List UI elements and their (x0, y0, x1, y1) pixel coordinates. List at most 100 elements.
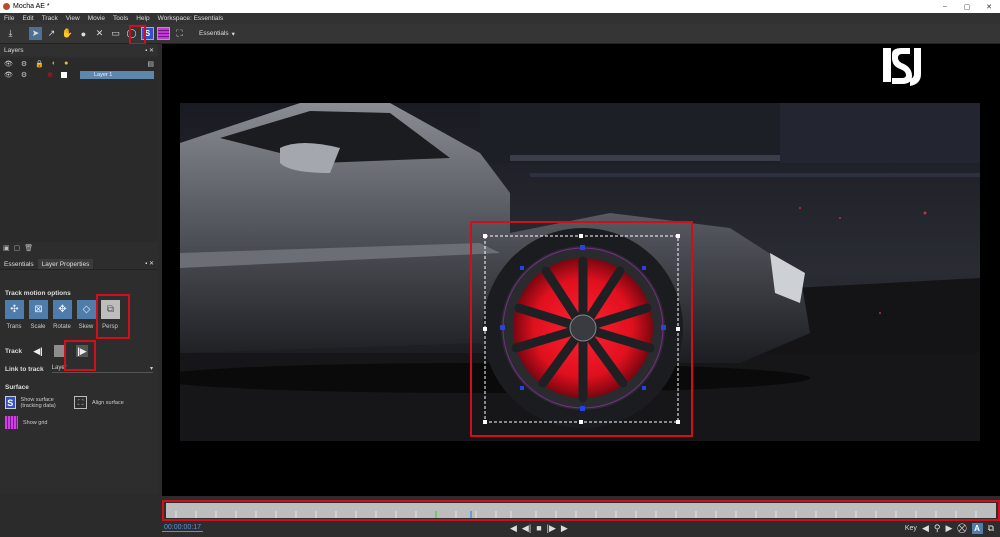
scale-button[interactable]: ⊠ (29, 300, 48, 319)
layers-footer: ▣ ▢ 🗑 (0, 242, 158, 254)
rect-spline-icon[interactable]: ▭ (109, 27, 122, 40)
x-spline-icon[interactable]: ✕ (93, 27, 106, 40)
trash-icon[interactable]: 🗑 (24, 244, 33, 252)
key-options-icon[interactable]: ⧉ (988, 523, 994, 534)
layers-panel-header: Layers ▪ ✕ (0, 44, 158, 56)
delete-key-icon[interactable]: ⛒ (957, 523, 966, 534)
show-grid-option[interactable]: Show grid (5, 416, 47, 429)
circle-spline-icon[interactable]: ◯ (125, 27, 138, 40)
property-tabs: Essentials Layer Properties ▪ ✕ (0, 259, 158, 270)
chevron-down-icon: ▾ (231, 30, 235, 38)
hand-icon[interactable]: ✋ (61, 27, 74, 40)
show-surface-label: Show surface (tracking data) (20, 396, 56, 409)
track-backward-icon[interactable]: ◀| (32, 345, 44, 357)
add-key-icon[interactable]: ⚲ (934, 523, 941, 534)
menu-file[interactable]: File (4, 15, 14, 22)
layers-panel-title: Layers (4, 46, 24, 54)
trans-button[interactable]: ✣ (5, 300, 24, 319)
duplicate-layer-icon[interactable]: ▢ (14, 244, 21, 252)
menu-track[interactable]: Track (42, 15, 58, 22)
new-folder-icon[interactable]: ▣ (3, 244, 10, 252)
workspace-label: Workspace: Essentials (157, 15, 224, 22)
layer-color-swatch[interactable] (61, 71, 68, 78)
show-surface-icon: S (5, 396, 16, 409)
menu-help[interactable]: Help (136, 15, 149, 22)
zoom-icon[interactable]: ● (77, 27, 90, 40)
window-title: Mocha AE * (13, 3, 50, 10)
minimize-button[interactable]: – (934, 3, 956, 11)
next-frame-icon[interactable]: ▶ (561, 523, 568, 534)
video-frame[interactable] (180, 103, 980, 441)
layers-list: 👁 ⚙ 🔒 ◐ ● ▤ 👁 ⚙ ⊕ Layer 1 (0, 58, 158, 242)
playback-controls: ◀ ◀| ■ |▶ ▶ (510, 523, 568, 534)
key-label: Key (904, 525, 917, 532)
play-backward-icon[interactable]: ◀| (522, 523, 531, 534)
layer-visibility-icon[interactable]: 👁 (4, 71, 13, 79)
track-motion-title: Track motion options (5, 290, 71, 297)
link-to-track-select[interactable]: Layer ▾ (51, 365, 153, 373)
timecode-field[interactable]: 00:00:00:17 (162, 524, 203, 532)
mocha-app-icon (3, 3, 10, 10)
rotate-button[interactable]: ✥ (53, 300, 72, 319)
align-surface-option[interactable]: ⛶ Align surface (74, 396, 124, 409)
link-to-track-row: Link to track Layer ▾ (5, 365, 153, 373)
show-surface-option[interactable]: S Show surface (tracking data) (5, 396, 75, 409)
tab-essentials[interactable]: Essentials (0, 259, 38, 269)
persp-label: Persp (102, 324, 118, 330)
workspace-select[interactable]: Essentials ▾ (199, 30, 235, 38)
gear-icon[interactable]: ⚙ (21, 60, 27, 68)
stop-track-button[interactable] (54, 345, 66, 357)
timeline-ticks (175, 511, 977, 518)
left-panel: Layers ▪ ✕ 👁 ⚙ 🔒 ◐ ● ▤ 👁 ⚙ ⊕ Layer 1 ▣ ▢… (0, 44, 158, 494)
autokey-icon[interactable]: A (971, 523, 983, 534)
stop-icon[interactable]: ■ (536, 523, 541, 534)
tab-layer-properties[interactable]: Layer Properties (37, 259, 94, 269)
menu-tools[interactable]: Tools (113, 15, 128, 22)
next-key-icon[interactable]: ▶ (945, 523, 952, 534)
show-grid-icon[interactable] (157, 27, 170, 40)
lock-icon[interactable]: 🔒 (35, 60, 44, 68)
toolbar: ⤓ ➤ ↗ ✋ ● ✕ ▭ ◯ S ⛶ Essentials ▾ (0, 24, 1000, 44)
maximize-button[interactable]: ▢ (956, 3, 978, 11)
skew-label: Skew (78, 324, 94, 330)
panel-close-icon[interactable]: ▪ ✕ (145, 47, 154, 54)
pick-icon[interactable]: ➤ (29, 27, 42, 40)
layer-track-icon[interactable]: ⊕ (47, 71, 53, 79)
brand-logo (883, 48, 921, 86)
rotate-label: Rotate (53, 324, 71, 330)
track-controls: Track ◀| |▶ (5, 345, 88, 357)
color-icon[interactable]: ◐ (52, 60, 56, 67)
palette-icon[interactable]: ● (64, 60, 68, 67)
menu-view[interactable]: View (66, 15, 80, 22)
skew-button[interactable]: ◇ (77, 300, 96, 319)
tabs-close-icon[interactable]: ▪ ✕ (145, 259, 154, 269)
eye-icon[interactable]: 👁 (4, 60, 13, 68)
layer-options-icon[interactable]: ▤ (147, 60, 154, 68)
layers-header-row: 👁 ⚙ 🔒 ◐ ● ▤ (0, 58, 158, 69)
layer-row[interactable]: 👁 ⚙ ⊕ Layer 1 (0, 69, 158, 80)
menu-bar: File Edit Track View Movie Tools Help Wo… (0, 13, 1000, 24)
track-motion-buttons: ✣ ⊠ ✥ ◇ ⧉ (5, 300, 120, 319)
persp-button[interactable]: ⧉ (101, 300, 120, 319)
prev-key-icon[interactable]: ◀ (922, 523, 929, 534)
menu-movie[interactable]: Movie (88, 15, 105, 22)
close-button[interactable]: ✕ (978, 3, 1000, 11)
title-bar: Mocha AE * – ▢ ✕ (0, 0, 1000, 13)
layer-name[interactable]: Layer 1 (80, 70, 154, 79)
align-surface-icon: ⛶ (74, 396, 87, 409)
align-surface-icon[interactable]: ⛶ (173, 27, 186, 40)
prev-frame-icon[interactable]: ◀ (510, 523, 517, 534)
trans-label: Trans (6, 324, 22, 330)
surface-title: Surface (5, 384, 29, 391)
track-label: Track (5, 347, 22, 355)
track-forward-icon[interactable]: |▶ (76, 345, 88, 357)
play-forward-icon[interactable]: |▶ (547, 523, 556, 534)
show-surface-icon[interactable]: S (141, 27, 154, 40)
add-point-icon[interactable]: ↗ (45, 27, 58, 40)
menu-edit[interactable]: Edit (22, 15, 33, 22)
timeline-panel: 00:00:00:17 ◀ ◀| ■ |▶ ▶ Key ◀ ⚲ ▶ ⛒ A ⧉ (162, 500, 1000, 537)
keyframe-controls: Key ◀ ⚲ ▶ ⛒ A ⧉ (905, 523, 994, 534)
chevron-down-icon: ▾ (149, 366, 153, 372)
export-icon[interactable]: ⤓ (4, 27, 17, 40)
layer-gear-icon[interactable]: ⚙ (21, 71, 27, 79)
